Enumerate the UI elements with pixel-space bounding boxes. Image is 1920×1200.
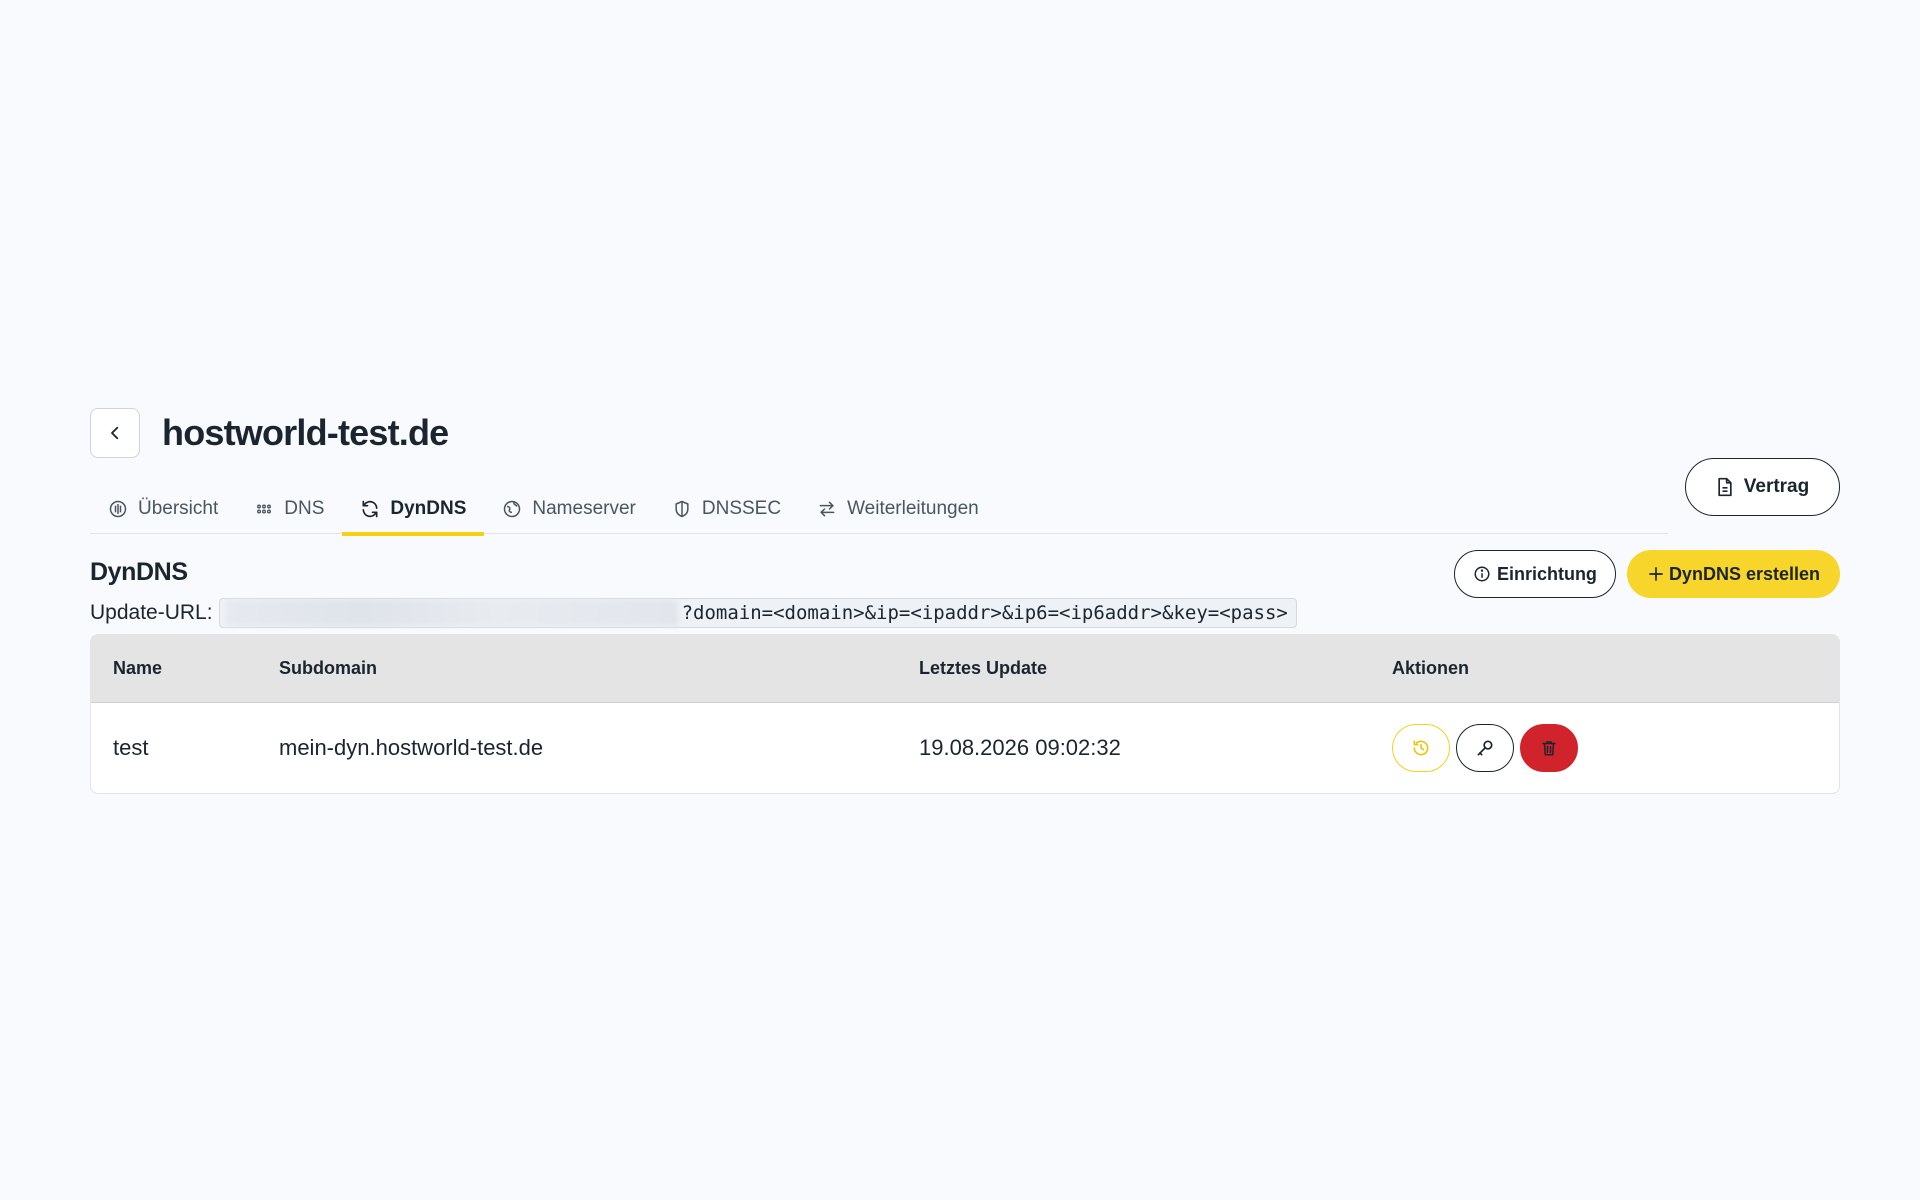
grid-dots-icon [257,504,272,514]
tab-label: Übersicht [138,498,219,519]
tab-dns[interactable]: DNS [236,484,342,534]
info-icon [1474,566,1490,582]
cell-subdomain: mein-dyn.hostworld-test.de [279,735,544,760]
table-row: test mein-dyn.hostworld-test.de 19.08.20… [91,703,1839,793]
plus-icon [1649,567,1663,581]
arrows-swap-icon [819,501,835,517]
setup-button-label: Einrichtung [1496,563,1597,584]
create-dyndns-label: DynDNS erstellen [1668,563,1820,584]
table-header: Name Subdomain Letztes Update Aktionen [91,635,1839,703]
column-header-actions: Aktionen [1392,658,1470,678]
history-button[interactable] [1392,724,1450,772]
tab-label: DynDNS [390,498,467,519]
tab-bar: Übersicht DNS DynDNS Nameserver DNSSEC W… [90,484,1668,536]
dyndns-table: Name Subdomain Letztes Update Aktionen t… [90,634,1840,794]
section-actions: Einrichtung DynDNS erstellen [1453,550,1840,598]
dyndns-section-header: DynDNS Update-URL: ?domain=<domain>&ip=<… [90,550,1840,634]
setup-button[interactable]: Einrichtung [1453,550,1616,598]
globe-icon [504,500,521,518]
page-header: hostworld-test.de [90,408,1840,458]
update-url-query: ?domain=<domain>&ip=<ipaddr>&ip6=<ip6add… [681,602,1288,624]
delete-button[interactable] [1520,724,1578,772]
create-dyndns-button[interactable]: DynDNS erstellen [1626,550,1840,598]
tab-redirects[interactable]: Weiterleitungen [799,484,997,534]
page-title: hostworld-test.de [162,412,449,453]
cell-last-update: 19.08.2026 09:02:32 [919,735,1121,760]
update-url-label: Update-URL: [90,601,213,624]
refresh-icon [362,500,378,518]
cell-actions [1392,724,1839,772]
chevron-left-icon [111,426,119,440]
column-header-subdomain: Subdomain [279,658,377,678]
tab-dyndns[interactable]: DynDNS [342,484,485,536]
update-url: Update-URL: ?domain=<domain>&ip=<ipaddr>… [90,598,1297,628]
tab-label: DNS [284,498,325,519]
section-title: DynDNS [90,558,188,586]
overview-icon [109,500,127,518]
tab-label: Nameserver [532,498,636,519]
tab-dnssec[interactable]: DNSSEC [654,484,799,534]
tab-nameserver[interactable]: Nameserver [484,484,653,534]
trash-icon [1542,741,1556,756]
column-header-name: Name [113,658,163,678]
main-content: hostworld-test.de Übersicht DNS DynDNS N… [90,408,1840,794]
tab-overview[interactable]: Übersicht [90,484,236,534]
shield-icon [675,500,689,518]
document-icon [1718,477,1732,497]
tabs-row: Übersicht DNS DynDNS Nameserver DNSSEC W… [90,458,1840,550]
blurred-url-host [225,600,678,626]
history-icon [1413,740,1429,756]
back-button[interactable] [90,408,140,458]
tab-label: DNSSEC [701,498,782,519]
column-header-last-update: Letztes Update [919,658,1048,678]
cell-name: test [113,735,149,760]
tab-label: Weiterleitungen [847,498,979,519]
contract-button-label: Vertrag [1743,476,1810,497]
contract-button[interactable]: Vertrag [1685,458,1840,516]
update-url-value[interactable]: ?domain=<domain>&ip=<ipaddr>&ip6=<ip6add… [218,598,1297,628]
key-icon [1477,740,1493,756]
key-button[interactable] [1456,724,1514,772]
